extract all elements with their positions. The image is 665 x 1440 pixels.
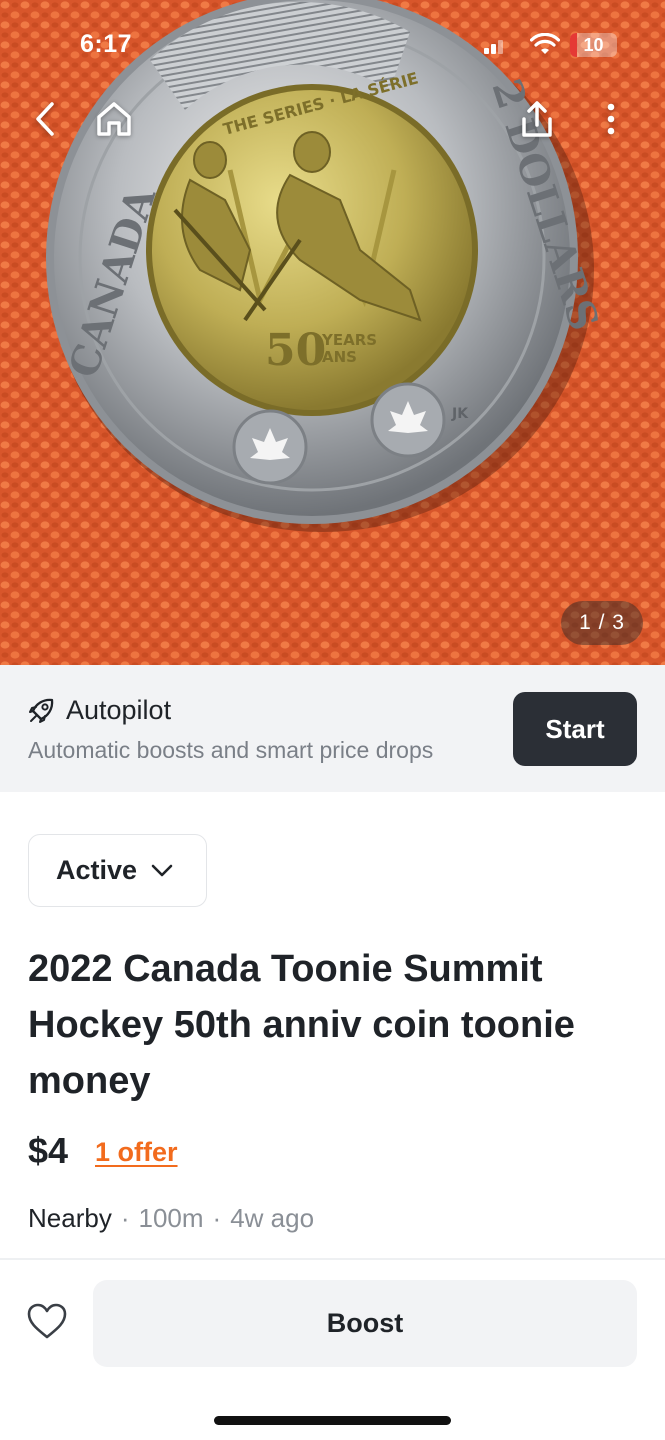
- status-time: 6:17: [80, 30, 133, 58]
- autopilot-subtitle: Automatic boosts and smart price drops: [28, 737, 434, 763]
- listing-status-dropdown[interactable]: Active: [28, 834, 207, 907]
- more-vertical-icon: [607, 103, 615, 135]
- boost-button[interactable]: Boost: [93, 1280, 637, 1367]
- offers-link[interactable]: 1 offer: [95, 1137, 178, 1168]
- listing-posted-time: 4w ago: [230, 1203, 315, 1233]
- battery-level: 10: [583, 35, 604, 55]
- svg-text:JK: JK: [451, 406, 469, 422]
- autopilot-start-button[interactable]: Start: [513, 692, 637, 766]
- home-indicator: [214, 1416, 451, 1425]
- listing-photo[interactable]: 50 YEARS ANS THE SERIES · LA SÉRIE CANAD…: [0, 0, 665, 665]
- autopilot-title: Autopilot: [66, 695, 172, 725]
- autopilot-banner: Autopilot Automatic boosts and smart pri…: [0, 665, 665, 792]
- photo-counter: 1 / 3: [561, 601, 643, 645]
- listing-meta: Nearby · 100m · 4w ago: [28, 1203, 315, 1233]
- chevron-down-icon: [151, 864, 173, 876]
- back-chevron-icon: [36, 102, 54, 136]
- svg-text:YEARS: YEARS: [321, 331, 377, 349]
- listing-status-label: Active: [56, 855, 138, 885]
- listing-location: Nearby: [28, 1203, 112, 1233]
- listing-distance: 100m: [138, 1203, 204, 1233]
- home-button[interactable]: [89, 94, 139, 144]
- wifi-icon: [530, 33, 560, 54]
- signal-icon: [484, 40, 503, 54]
- divider: [0, 1258, 665, 1260]
- share-icon: [522, 101, 552, 137]
- svg-text:ANS: ANS: [322, 348, 357, 366]
- heart-icon[interactable]: [26, 1302, 68, 1340]
- share-button[interactable]: [512, 94, 562, 144]
- listing-title: 2022 Canada Toonie Summit Hockey 50th an…: [28, 948, 575, 1102]
- coin-year-number: 50: [265, 325, 326, 376]
- more-options-button[interactable]: [586, 94, 636, 144]
- status-bar: 6:17 10: [0, 0, 665, 92]
- battery-icon: 10: [570, 33, 617, 57]
- back-button[interactable]: [20, 94, 70, 144]
- listing-price: $4: [28, 1130, 69, 1171]
- rocket-icon: [29, 698, 54, 723]
- home-icon: [97, 102, 131, 136]
